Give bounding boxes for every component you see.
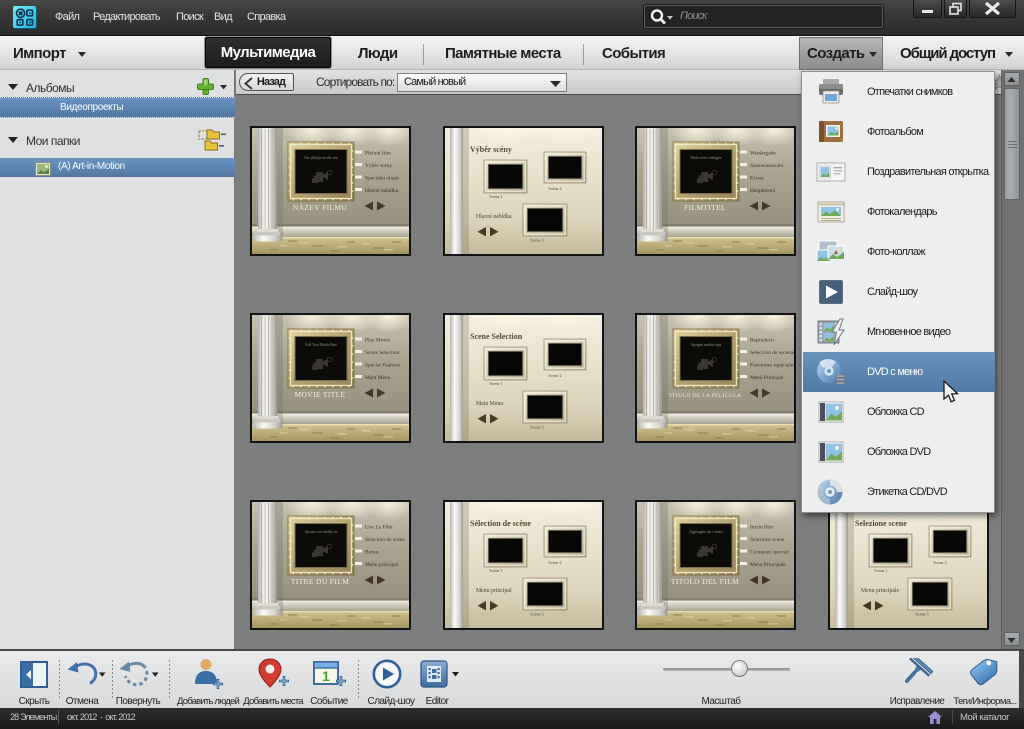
svg-text:Extras: Extras: [750, 176, 764, 182]
svg-text:Medien hier einfügen: Medien hier einfügen: [691, 156, 722, 160]
svg-text:Sélection de scène: Sélection de scène: [365, 537, 405, 543]
svg-text:Main Menu: Main Menu: [365, 375, 391, 381]
svg-text:Inizio film: Inizio film: [750, 524, 774, 531]
svg-text:Play Movie: Play Movie: [365, 338, 391, 344]
svg-text:TITOLO DEL FILM: TITOLO DEL FILM: [671, 577, 739, 586]
svg-text:Hlavní nabídka: Hlavní nabídka: [476, 214, 512, 220]
svg-text:Funciones especiales: Funciones especiales: [750, 363, 794, 369]
svg-text:Výběr scény: Výběr scény: [365, 163, 392, 169]
svg-text:Nas přidejte media sem: Nas přidejte media sem: [304, 156, 338, 160]
svg-text:TÍTULO DE LA PELÍCULA: TÍTULO DE LA PELÍCULA: [669, 391, 741, 399]
svg-text:Selezione scene: Selezione scene: [855, 519, 907, 528]
svg-text:Scene Selection: Scene Selection: [365, 350, 400, 356]
svg-text:Menu principal: Menu principal: [365, 562, 399, 568]
svg-text:Hlavní nabídka: Hlavní nabídka: [365, 188, 399, 194]
svg-text:Add Your Media Here: Add Your Media Here: [305, 343, 337, 347]
svg-text:Selección de escenas: Selección de escenas: [750, 350, 794, 356]
svg-text:Scena 3: Scena 3: [915, 612, 928, 617]
svg-text:Scène 2: Scène 2: [548, 560, 561, 565]
svg-text:Agregue medios aquí: Agregue medios aquí: [691, 343, 722, 347]
svg-text:Hauptmenü: Hauptmenü: [750, 188, 775, 194]
svg-text:Speciální obsah: Speciální obsah: [365, 176, 399, 182]
svg-text:Scene 1: Scene 1: [489, 381, 502, 386]
svg-text:Scena 2: Scena 2: [933, 560, 946, 565]
svg-text:Lire Le Film: Lire Le Film: [365, 525, 393, 531]
svg-text:Bonus: Bonus: [365, 550, 379, 556]
svg-text:Přehrát film: Přehrát film: [365, 150, 392, 157]
svg-text:Výběr scény: Výběr scény: [470, 145, 512, 154]
svg-text:FILMTITEL: FILMTITEL: [684, 203, 726, 212]
svg-text:Aggiungete qui i media: Aggiungete qui i media: [689, 530, 723, 534]
svg-text:Szenenauswahl: Szenenauswahl: [750, 163, 784, 169]
svg-text:Scene 3: Scene 3: [530, 425, 543, 430]
svg-text:Scena 1: Scena 1: [874, 568, 887, 573]
svg-text:TITRE DU FILM: TITRE DU FILM: [291, 577, 349, 586]
svg-text:Scene Selection: Scene Selection: [470, 332, 523, 341]
svg-text:Ajoutez vos médias ici: Ajoutez vos médias ici: [305, 530, 338, 534]
svg-text:Menú Principal: Menú Principal: [750, 375, 784, 381]
svg-text:Scène 1: Scène 1: [489, 568, 502, 573]
svg-text:1: 1: [322, 668, 330, 684]
svg-text:Main Menu: Main Menu: [476, 401, 503, 407]
svg-text:Menu principale: Menu principale: [861, 588, 900, 594]
svg-text:NÁZEV FILMU: NÁZEV FILMU: [293, 202, 348, 212]
svg-text:Scéna 3: Scéna 3: [530, 238, 543, 243]
svg-text:Menu Principale: Menu Principale: [750, 562, 786, 568]
svg-text:Scene 2: Scene 2: [548, 373, 561, 378]
svg-text:Selezione scene: Selezione scene: [750, 537, 785, 543]
svg-text:MOVIE TITLE: MOVIE TITLE: [294, 390, 345, 399]
svg-text:Scène 3: Scène 3: [530, 612, 543, 617]
svg-text:Menu principal: Menu principal: [476, 588, 512, 594]
svg-text:Special Features: Special Features: [365, 363, 400, 369]
svg-text:Sélection de scène: Sélection de scène: [470, 519, 531, 528]
svg-text:Contenuti speciali: Contenuti speciali: [750, 550, 790, 556]
svg-text:Scéna 2: Scéna 2: [548, 186, 561, 191]
svg-text:Scéna 1: Scéna 1: [489, 194, 502, 199]
svg-text:Reproducir: Reproducir: [750, 338, 774, 344]
svg-text:Wiedergabe: Wiedergabe: [750, 151, 776, 157]
